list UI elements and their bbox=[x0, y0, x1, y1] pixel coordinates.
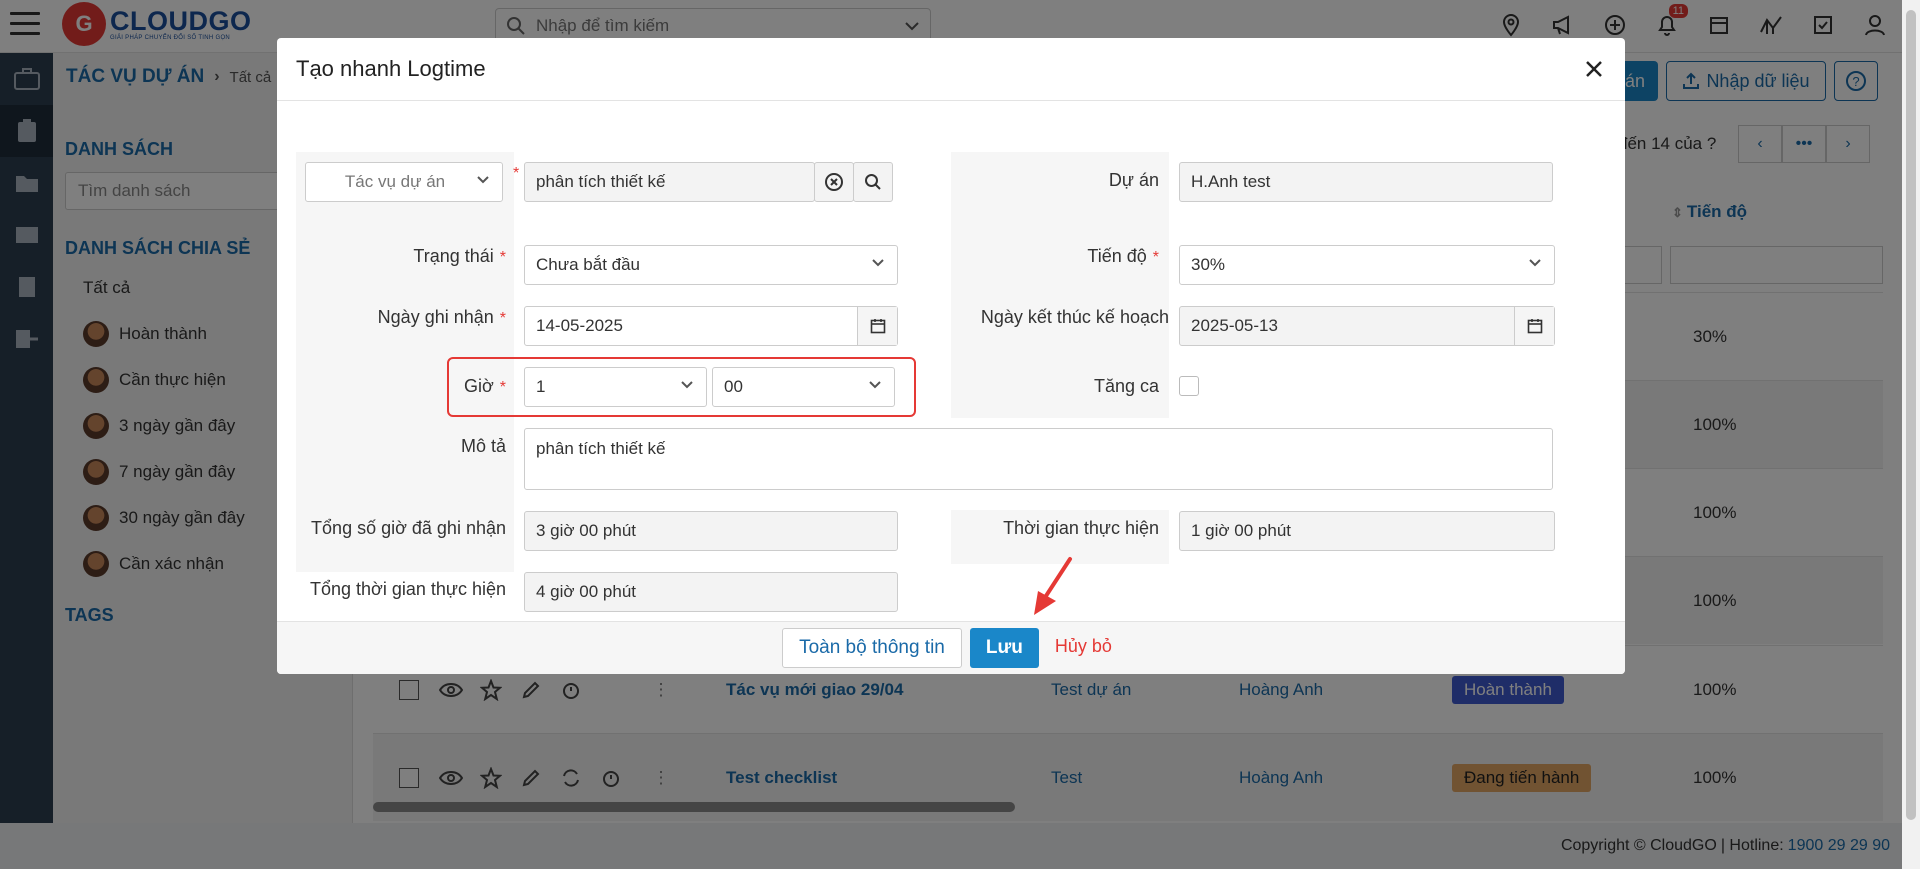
chevron-down-icon bbox=[681, 381, 693, 389]
status-label-text: Trạng thái bbox=[413, 246, 494, 266]
duration-label: Thời gian thực hiện bbox=[951, 518, 1159, 539]
chevron-down-icon bbox=[477, 176, 489, 184]
duration-value: 1 giờ 00 phút bbox=[1191, 521, 1291, 540]
progress-value: 30% bbox=[1191, 255, 1226, 274]
required-mark: * bbox=[499, 310, 506, 327]
description-label: Mô tả bbox=[296, 436, 506, 457]
required-mark: * bbox=[513, 165, 520, 182]
record-date-label: Ngày ghi nhận * bbox=[296, 307, 506, 328]
arrow-annotation-icon bbox=[1034, 557, 1072, 615]
project-label-text: Dự án bbox=[1108, 170, 1159, 190]
status-value: Chưa bắt đầu bbox=[536, 255, 641, 274]
progress-label: Tiến độ * bbox=[951, 246, 1159, 267]
total-duration-value: 4 giờ 00 phút bbox=[536, 582, 636, 601]
plan-end-value: 2025-05-13 bbox=[1191, 316, 1278, 335]
total-duration-label-text: Tổng thời gian thực hiện bbox=[310, 579, 506, 599]
calendar-icon[interactable] bbox=[857, 307, 897, 345]
minute-select[interactable]: 00 bbox=[712, 367, 895, 407]
save-button[interactable]: Lưu bbox=[969, 628, 1039, 668]
plan-end-input: 2025-05-13 bbox=[1179, 306, 1555, 346]
hour-value: 1 bbox=[536, 377, 546, 396]
plan-end-label: Ngày kết thúc kế hoạch bbox=[951, 307, 1169, 328]
duration-field: 1 giờ 00 phút bbox=[1179, 511, 1555, 551]
record-date-input[interactable]: 14-05-2025 bbox=[524, 306, 898, 346]
project-field: H.Anh test bbox=[1179, 162, 1553, 202]
required-mark: * bbox=[499, 379, 506, 396]
vertical-scrollbar[interactable] bbox=[1902, 0, 1920, 869]
full-info-button[interactable]: Toàn bộ thông tin bbox=[782, 628, 962, 668]
progress-select[interactable]: 30% bbox=[1179, 245, 1555, 285]
reference-value: phân tích thiết kế bbox=[536, 172, 666, 191]
total-logged-label: Tổng số giờ đã ghi nhận bbox=[296, 518, 506, 539]
project-value: H.Anh test bbox=[1191, 172, 1271, 191]
total-logged-value: 3 giờ 00 phút bbox=[536, 521, 636, 540]
overtime-checkbox[interactable] bbox=[1179, 376, 1199, 396]
hour-label: Giờ * bbox=[296, 376, 506, 397]
cancel-button[interactable]: Hủy bỏ bbox=[1047, 636, 1120, 657]
calendar-icon[interactable] bbox=[1514, 307, 1554, 345]
total-duration-label: Tổng thời gian thực hiện bbox=[296, 579, 506, 600]
required-mark: * bbox=[1152, 249, 1159, 266]
quick-logtime-modal: Tạo nhanh Logtime Tác vụ dự án * phân tí… bbox=[277, 38, 1625, 674]
chevron-down-icon bbox=[872, 259, 884, 267]
description-textarea[interactable]: phân tích thiết kế bbox=[524, 428, 1553, 490]
reference-type-value: Tác vụ dự án bbox=[344, 172, 446, 191]
reference-input[interactable]: phân tích thiết kế bbox=[524, 162, 815, 202]
reference-type-select[interactable]: Tác vụ dự án bbox=[305, 162, 503, 202]
search-reference-icon[interactable] bbox=[853, 162, 893, 202]
plan-end-label-text: Ngày kết thúc kế hoạch bbox=[980, 307, 1169, 327]
description-value: phân tích thiết kế bbox=[536, 439, 666, 458]
hour-label-text: Giờ bbox=[463, 376, 494, 396]
status-label: Trạng thái * bbox=[296, 246, 506, 267]
total-logged-label-text: Tổng số giờ đã ghi nhận bbox=[311, 518, 506, 538]
close-icon[interactable] bbox=[1579, 54, 1609, 84]
record-date-value: 14-05-2025 bbox=[536, 316, 623, 335]
modal-footer: Toàn bộ thông tin Lưu Hủy bỏ bbox=[277, 621, 1625, 674]
progress-label-text: Tiến độ bbox=[1087, 246, 1147, 266]
hour-select[interactable]: 1 bbox=[524, 367, 707, 407]
modal-title: Tạo nhanh Logtime bbox=[296, 56, 486, 81]
project-label: Dự án bbox=[951, 170, 1159, 191]
minute-value: 00 bbox=[724, 377, 743, 396]
chevron-down-icon bbox=[869, 381, 881, 389]
status-select[interactable]: Chưa bắt đầu bbox=[524, 245, 898, 285]
total-logged-field: 3 giờ 00 phút bbox=[524, 511, 898, 551]
record-date-label-text: Ngày ghi nhận bbox=[377, 307, 494, 327]
chevron-down-icon bbox=[1529, 259, 1541, 267]
overtime-label: Tăng ca bbox=[951, 376, 1159, 397]
overtime-label-text: Tăng ca bbox=[1093, 376, 1159, 396]
description-label-text: Mô tả bbox=[460, 436, 506, 456]
total-duration-field: 4 giờ 00 phút bbox=[524, 572, 898, 612]
duration-label-text: Thời gian thực hiện bbox=[1003, 518, 1159, 538]
clear-reference-icon[interactable] bbox=[814, 162, 854, 202]
required-mark: * bbox=[499, 249, 506, 266]
